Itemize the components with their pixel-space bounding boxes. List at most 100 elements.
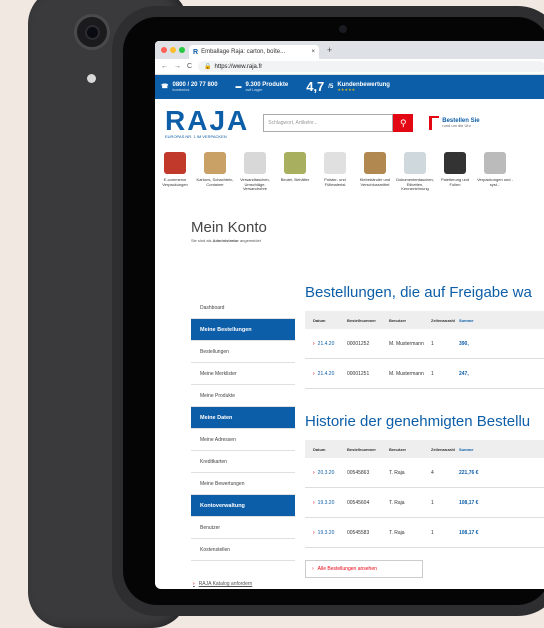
category-item[interactable]: Beutel, Behälter: [275, 149, 315, 209]
tablet-frame: R Emballage Raja: carton, boîte... × + ←…: [112, 6, 544, 616]
table-row[interactable]: › 19.3.20 00545583 T. Raja 1 108,17 €: [305, 518, 544, 548]
table-row[interactable]: › 21.4.20 00001251 M. Mustermann 1 247,: [305, 359, 544, 389]
expand-chevron-icon[interactable]: ›: [313, 371, 315, 377]
sidebar-item[interactable]: Benutzer: [191, 517, 295, 539]
phone-sub: kostenlos: [172, 87, 190, 93]
category-label: E-commerce Verpackungen: [162, 177, 188, 187]
search-button[interactable]: ⚲: [393, 114, 414, 132]
sidebar-item[interactable]: Dashboard: [191, 297, 295, 319]
category-label: Paletierung und Folien: [440, 177, 470, 187]
minimize-window-icon[interactable]: [170, 47, 176, 53]
expand-chevron-icon[interactable]: ›: [313, 530, 315, 536]
expand-chevron-icon[interactable]: ›: [313, 470, 315, 476]
back-arrow-icon[interactable]: ←: [161, 63, 168, 70]
close-window-icon[interactable]: [161, 47, 167, 53]
sidebar-item[interactable]: Kostenstellen: [191, 539, 295, 561]
url-input[interactable]: 🔒 https://www.raja.fr: [198, 61, 544, 72]
order-info[interactable]: Bestellen Sie rund um die Uhr: [429, 116, 480, 130]
category-item[interactable]: Paletierung und Folien: [435, 149, 475, 209]
table-cell: T. Raja: [389, 499, 405, 506]
column-header: Datum: [313, 317, 326, 323]
category-item[interactable]: Kartons, Schachteln, Container: [195, 149, 235, 209]
account-content: Bestellungen, die auf Freigabe wa Datum B…: [305, 284, 544, 578]
category-label: Beutel, Behälter: [280, 177, 310, 182]
table-cell: 1: [431, 529, 434, 536]
sidebar-item[interactable]: Bestellungen: [191, 341, 295, 363]
table-row[interactable]: › 21.4.20 00001252 M. Mustermann 1 390,: [305, 329, 544, 359]
reload-icon[interactable]: C: [187, 63, 192, 70]
table-cell: 390,: [459, 340, 469, 347]
category-image-icon: [244, 152, 266, 174]
table-cell: M. Mustermann: [389, 370, 424, 377]
rating-value: 4,7: [306, 78, 325, 94]
table-cell: T. Raja: [389, 529, 405, 536]
url-text: https://www.raja.fr: [214, 63, 263, 70]
forward-arrow-icon[interactable]: →: [174, 63, 181, 70]
category-item[interactable]: Polster- und Füllmaterial: [315, 149, 355, 209]
maximize-window-icon[interactable]: [179, 47, 185, 53]
raja-logo[interactable]: RAJA EUROPAS NR. 1 IM VERPACKEN: [165, 106, 249, 139]
category-image-icon: [324, 152, 346, 174]
category-label: Kartons, Schachteln, Container: [196, 177, 234, 187]
expand-chevron-icon[interactable]: ›: [313, 500, 315, 506]
category-image-icon: [364, 152, 386, 174]
approved-history-table: Datum Bestellnummer Benutzer Zeilenanzahl Su…: [305, 440, 544, 548]
table-row[interactable]: › 20.3.20 00545863 T. Raja 4 221,76 €: [305, 458, 544, 488]
sidebar-section-header[interactable]: Kontoverwaltung: [191, 495, 295, 517]
table-cell: 4: [431, 469, 434, 476]
search-icon: ⚲: [399, 117, 407, 128]
order-sub: rund um die Uhr: [442, 123, 471, 129]
category-item[interactable]: Dokumententaschen, Etiketten, Kennzeichn…: [395, 149, 435, 209]
chevron-right-icon: ›: [312, 566, 314, 572]
camera-lens-icon: [87, 27, 98, 38]
search-area: Schlagwort, Artikelnr... ⚲: [263, 114, 414, 132]
raja-favicon-icon: R: [193, 48, 199, 56]
table-row[interactable]: › 19.3.20 00545604 T. Raja 1 108,17 €: [305, 488, 544, 518]
table-cell: 221,76 €: [459, 469, 479, 476]
table-header: Datum Bestellnummer Benutzer Zeilenanzahl Su…: [305, 311, 544, 329]
logo-tagline: EUROPAS NR. 1 IM VERPACKEN: [165, 133, 227, 139]
table-cell: T. Raja: [389, 469, 405, 476]
browser-tab[interactable]: R Emballage Raja: carton, boîte... ×: [189, 45, 319, 59]
category-label: Verpackungen und -syst...: [477, 177, 513, 187]
sidebar-item[interactable]: Kreditkarten: [191, 451, 295, 473]
category-item[interactable]: Klebebänder und Verschlussmittel: [355, 149, 395, 209]
category-item[interactable]: Verpackungen und -syst...: [475, 149, 515, 209]
table-cell: 1: [431, 340, 434, 347]
sidebar-item[interactable]: Meine Produkte: [191, 385, 295, 407]
category-item[interactable]: Versandtaschen, Umschläge, Versandrohre: [235, 149, 275, 209]
category-item[interactable]: E-commerce Verpackungen: [155, 149, 195, 209]
sidebar-item[interactable]: Meine Merklister: [191, 363, 295, 385]
all-orders-label: Alle Bestellungen ansehen: [317, 566, 377, 572]
column-header: Zeilenanzahl: [431, 446, 456, 452]
page-title: Mein Konto: [191, 219, 267, 236]
sidebar-section-header[interactable]: Meine Daten: [191, 407, 295, 429]
column-header: Bestellnummer: [347, 446, 376, 452]
sidebar-item[interactable]: Meine Adressen: [191, 429, 295, 451]
sidebar-link[interactable]: › RAJA Katalog anfordern: [191, 575, 295, 589]
phone-info[interactable]: ☎ 0800 / 20 77 800 kostenlos: [161, 82, 218, 93]
table-cell: › 21.4.20: [313, 370, 335, 377]
tab-close-icon[interactable]: ×: [311, 49, 315, 55]
table-cell: 00001251: [347, 370, 370, 377]
column-header: Zeilenanzahl: [431, 317, 456, 323]
new-tab-button[interactable]: +: [327, 45, 332, 55]
truck-icon: ▬: [235, 83, 242, 90]
pending-orders-table: Datum Bestellnummer Benutzer Zeilenanzahl Su…: [305, 311, 544, 389]
expand-chevron-icon[interactable]: ›: [313, 341, 315, 347]
top-info-bar: ☎ 0800 / 20 77 800 kostenlos ▬ 9.300 Prod…: [155, 75, 544, 99]
column-header: Datum: [313, 446, 326, 452]
tab-title: Emballage Raja: carton, boîte...: [201, 49, 286, 55]
search-input[interactable]: Schlagwort, Artikelnr...: [263, 114, 394, 132]
sidebar-item[interactable]: Meine Bewertungen: [191, 473, 295, 495]
approved-history-title: Historie der genehmigten Bestellu: [305, 413, 531, 430]
phone-icon: ☎: [161, 83, 169, 90]
address-bar-row: ← → C 🔒 https://www.raja.fr: [155, 59, 544, 75]
flash-icon: [87, 74, 96, 83]
table-cell: 108,17 €: [459, 499, 479, 506]
all-orders-button[interactable]: › Alle Bestellungen ansehen: [305, 560, 423, 578]
rear-camera: [74, 14, 110, 50]
table-cell: 00545863: [347, 469, 370, 476]
table-cell: 00545583: [347, 529, 370, 536]
sidebar-section-header[interactable]: Meine Bestellungen: [191, 319, 295, 341]
